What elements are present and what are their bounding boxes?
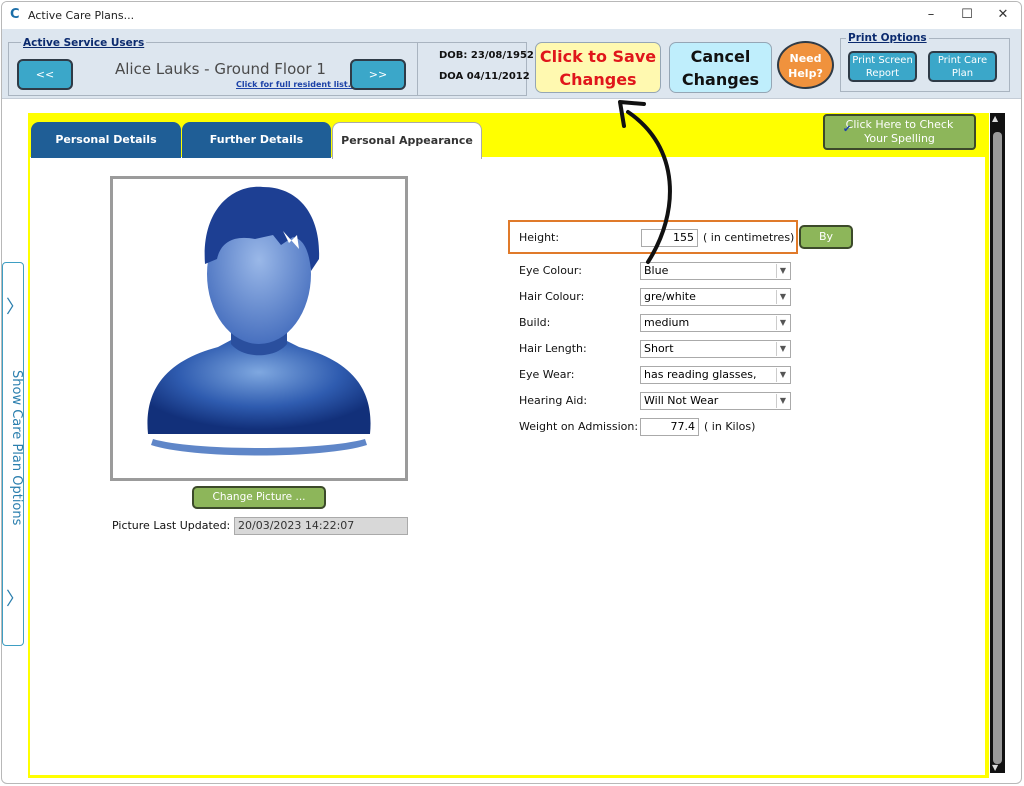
build-select[interactable]: medium ▼ xyxy=(640,314,791,332)
chevron-right-icon: 〉 xyxy=(6,589,24,610)
print-screen-report-button[interactable]: Print Screen Report xyxy=(848,51,917,82)
previous-resident-button[interactable]: << xyxy=(17,59,73,90)
cancel-label-line2: Changes xyxy=(681,70,760,89)
tab-personal-details[interactable]: Personal Details xyxy=(31,122,181,158)
chevron-down-icon[interactable]: ▼ xyxy=(776,394,789,408)
scrollbar-thumb[interactable] xyxy=(993,132,1002,764)
save-changes-button[interactable]: Click to Save Changes xyxy=(535,42,661,93)
hearing-aid-select[interactable]: Will Not Wear ▼ xyxy=(640,392,791,410)
hair-colour-label: Hair Colour: xyxy=(519,290,585,303)
weight-label: Weight on Admission: xyxy=(519,420,639,433)
scroll-down-icon[interactable]: ▼ xyxy=(992,763,998,772)
weight-unit: ( in Kilos) xyxy=(704,420,756,433)
resident-photo xyxy=(110,176,408,481)
eye-wear-label: Eye Wear: xyxy=(519,368,575,381)
build-value: medium xyxy=(644,316,690,329)
chevron-right-icon: 〉 xyxy=(6,297,24,318)
print-care-plan-button[interactable]: Print Care Plan xyxy=(928,51,997,82)
cancel-changes-button[interactable]: Cancel Changes xyxy=(669,42,772,93)
print-screen-line2: Report xyxy=(865,68,900,79)
chevron-down-icon[interactable]: ▼ xyxy=(776,264,789,278)
print-care-plan-line2: Plan xyxy=(951,68,974,79)
scroll-up-icon[interactable]: ▲ xyxy=(992,114,998,123)
by-ulna-button[interactable]: By Ulna... xyxy=(799,225,853,263)
next-resident-button[interactable]: >> xyxy=(350,59,406,90)
picture-last-updated-field: 20/03/2023 14:22:07 xyxy=(234,517,408,535)
full-resident-list-link[interactable]: Click for full resident list... xyxy=(236,80,357,89)
hearing-aid-value: Will Not Wear xyxy=(644,394,719,407)
save-label-line1: Click to Save xyxy=(539,47,657,66)
eye-wear-select[interactable]: has reading glasses, ▼ xyxy=(640,366,791,384)
hair-length-value: Short xyxy=(644,342,674,355)
chevron-down-icon[interactable]: ▼ xyxy=(776,368,789,382)
check-spelling-button[interactable]: ✔ Click Here to Check Your Spelling xyxy=(823,114,976,150)
date-of-birth: DOB: 23/08/1952 xyxy=(439,50,534,61)
date-of-admission: DOA 04/11/2012 xyxy=(439,71,530,82)
print-care-plan-line1: Print Care xyxy=(937,55,988,66)
tab-personal-appearance[interactable]: Personal Appearance xyxy=(332,122,482,159)
print-options-title: Print Options xyxy=(846,32,929,44)
header-bar: Active Service Users << Alice Lauks - Gr… xyxy=(2,29,1021,99)
title-bar: C Active Care Plans... – ☐ ✕ xyxy=(2,2,1021,29)
maximize-button[interactable]: ☐ xyxy=(952,6,982,24)
help-label-line1: Need xyxy=(789,52,822,65)
service-users-title: Active Service Users xyxy=(21,37,147,49)
app-logo: C xyxy=(10,7,20,22)
chevron-down-icon[interactable]: ▼ xyxy=(776,342,789,356)
resident-name: Alice Lauks - Ground Floor 1 xyxy=(115,60,326,78)
eye-wear-value: has reading glasses, xyxy=(644,368,757,381)
annotation-arrow-icon xyxy=(618,100,672,264)
spellcheck-icon: ✔ xyxy=(843,124,852,135)
hair-colour-select[interactable]: gre/white ▼ xyxy=(640,288,791,306)
minimize-button[interactable]: – xyxy=(916,6,946,24)
hair-length-select[interactable]: Short ▼ xyxy=(640,340,791,358)
hair-colour-value: gre/white xyxy=(644,290,696,303)
change-picture-button[interactable]: Change Picture ... xyxy=(192,486,326,509)
eye-colour-label: Eye Colour: xyxy=(519,264,582,277)
build-label: Build: xyxy=(519,316,551,329)
height-label: Height: xyxy=(519,231,560,244)
hearing-aid-label: Hearing Aid: xyxy=(519,394,588,407)
chevron-down-icon[interactable]: ▼ xyxy=(776,316,789,330)
close-button[interactable]: ✕ xyxy=(988,6,1018,24)
tab-further-details[interactable]: Further Details xyxy=(182,122,331,158)
picture-last-updated-label: Picture Last Updated: xyxy=(112,519,231,532)
print-screen-line1: Print Screen xyxy=(852,55,913,66)
avatar-silhouette-icon xyxy=(147,186,371,456)
weight-input[interactable]: 77.4 xyxy=(640,418,699,436)
window-title: Active Care Plans... xyxy=(28,9,135,22)
hair-length-label: Hair Length: xyxy=(519,342,587,355)
cancel-label-line1: Cancel xyxy=(690,47,751,66)
help-label-line2: Help? xyxy=(788,67,823,80)
need-help-button[interactable]: Need Help? xyxy=(777,41,834,89)
height-unit: ( in centimetres) xyxy=(703,231,795,244)
divider xyxy=(417,43,418,95)
save-label-line2: Changes xyxy=(559,70,637,89)
chevron-down-icon[interactable]: ▼ xyxy=(776,290,789,304)
show-care-plan-options-label[interactable]: Show Care Plan Options xyxy=(4,370,24,540)
